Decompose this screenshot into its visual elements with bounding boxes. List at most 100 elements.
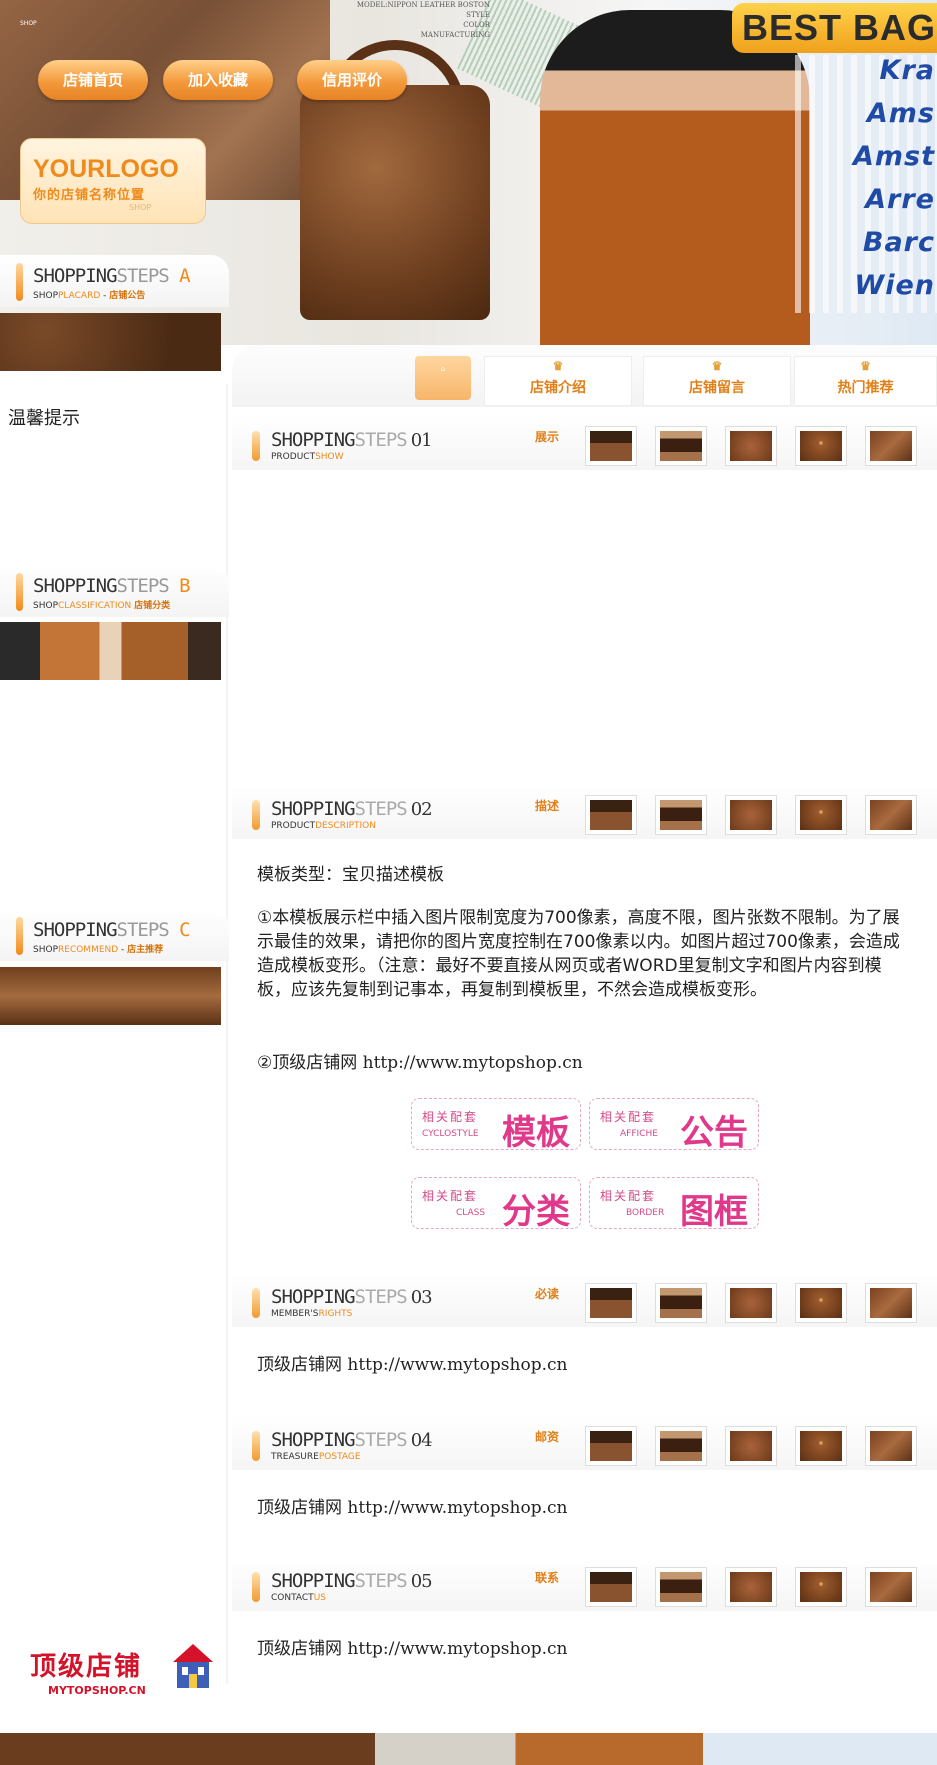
thumbnail[interactable] bbox=[865, 795, 917, 835]
logo-small-text: SHOP bbox=[129, 203, 152, 212]
section-header-member-rights: SHOPPINGSTEPS 03 MEMBER'SRIGHTS 必读 bbox=[232, 1273, 937, 1327]
nav-rating-button[interactable]: 信用评价 bbox=[297, 60, 407, 100]
house-icon bbox=[173, 1644, 213, 1688]
bottom-banner bbox=[0, 1733, 937, 1765]
shop-url-link[interactable]: http://www.mytopshop.cn bbox=[347, 1355, 567, 1375]
city-name: Amst bbox=[787, 141, 937, 184]
thumbnail[interactable] bbox=[655, 795, 707, 835]
header-accent-bar bbox=[252, 1288, 260, 1318]
thumbnail[interactable] bbox=[585, 426, 637, 466]
section-header-postage: SHOPPINGSTEPS 04 TREASUREPOSTAGE 邮资 bbox=[232, 1416, 937, 1470]
section-title: SHOPPINGSTEPS 03 bbox=[271, 1286, 433, 1308]
shop-url-link[interactable]: http://www.mytopshop.cn bbox=[363, 1053, 583, 1073]
description-paragraph: ①本模板展示栏中插入图片限制宽度为700像素，高度不限，图片张数不限制。为了展示… bbox=[257, 908, 900, 1000]
thumbnail[interactable] bbox=[585, 1567, 637, 1607]
sidebar-header-subtitle: SHOPRECOMMEND - 店主推荐 bbox=[33, 945, 164, 955]
section-title: SHOPPINGSTEPS 04 bbox=[271, 1429, 433, 1451]
sidebar-leather-image bbox=[0, 313, 221, 371]
nav-home-button[interactable]: 店铺首页 bbox=[38, 60, 148, 100]
crown-icon: ♛ bbox=[860, 359, 871, 373]
thumbnail[interactable] bbox=[795, 1283, 847, 1323]
thumbnail[interactable] bbox=[795, 1567, 847, 1607]
city-name: Barc bbox=[787, 227, 937, 270]
related-class-button[interactable]: 相关配套 CLASS 分类 bbox=[411, 1177, 581, 1232]
section-label: 邮资 bbox=[534, 1430, 559, 1444]
section-subtitle: CONTACTUS bbox=[271, 1593, 326, 1603]
shop-logo[interactable]: YOURLOGO 你的店铺名称位置 SHOP bbox=[20, 138, 206, 224]
section-title: SHOPPINGSTEPS 01 bbox=[271, 429, 433, 451]
section-label: 联系 bbox=[534, 1571, 559, 1585]
thumbnail[interactable] bbox=[795, 426, 847, 466]
logo-title: YOURLOGO bbox=[33, 155, 179, 183]
tab-hot-recommend[interactable]: ♛ 热门推荐 bbox=[794, 356, 937, 406]
header-accent-bar bbox=[252, 800, 260, 830]
sidebar-model-image bbox=[0, 622, 221, 680]
header-accent-bar bbox=[252, 1572, 260, 1602]
best-bag-badge: BEST BAG bbox=[732, 3, 937, 53]
crown-icon: ♛ bbox=[711, 359, 723, 373]
city-name: Wien bbox=[787, 270, 937, 313]
thumbnail[interactable] bbox=[725, 1283, 777, 1323]
section-subtitle: PRODUCTSHOW bbox=[271, 452, 344, 462]
thumbnail[interactable] bbox=[725, 1426, 777, 1466]
thumbnail[interactable] bbox=[655, 1426, 707, 1466]
thumbnail[interactable] bbox=[865, 1426, 917, 1466]
sidebar-header-classification: SHOPPINGSTEPS B SHOPCLASSIFICATION 店铺分类 bbox=[0, 565, 229, 617]
city-name: Ams bbox=[787, 98, 937, 141]
sidebar-header-title: SHOPPINGSTEPS B bbox=[33, 575, 191, 597]
template-type-text: 模板类型：宝贝描述模板 bbox=[257, 865, 444, 885]
logo-subtitle: 你的店铺名称位置 bbox=[33, 188, 146, 203]
nav-favorite-button[interactable]: 加入收藏 bbox=[163, 60, 273, 100]
header-accent-bar bbox=[16, 917, 23, 955]
section-subtitle: MEMBER'SRIGHTS bbox=[271, 1309, 353, 1319]
city-name: Arre bbox=[787, 184, 937, 227]
section-subtitle: PRODUCTDESCRIPTION bbox=[271, 821, 376, 831]
footer-logo-cn: 顶级店铺 bbox=[30, 1652, 143, 1682]
section-title: SHOPPINGSTEPS 05 bbox=[271, 1570, 433, 1592]
shop-line: 顶级店铺网 http://www.mytopshop.cn bbox=[257, 1639, 568, 1659]
thumbnail[interactable] bbox=[585, 1426, 637, 1466]
section-label: 展示 bbox=[534, 430, 559, 444]
thumbnail[interactable] bbox=[725, 426, 777, 466]
thumbnail[interactable] bbox=[865, 426, 917, 466]
shop-url-link[interactable]: http://www.mytopshop.cn bbox=[347, 1639, 567, 1659]
thumbnail[interactable] bbox=[865, 1283, 917, 1323]
sidebar-header-title: SHOPPINGSTEPS A bbox=[33, 265, 191, 287]
product-specs: MODEL:NIPPON LEATHER BOSTON STYLE COLOR … bbox=[356, 1, 490, 39]
thumbnail[interactable] bbox=[655, 1567, 707, 1607]
shop-line: 顶级店铺网 http://www.mytopshop.cn bbox=[257, 1355, 568, 1375]
footer-logo-en: MYTOPSHOP.CN bbox=[48, 1684, 146, 1697]
sidebar-header-recommend: SHOPPINGSTEPS C SHOPRECOMMEND - 店主推荐 bbox=[0, 909, 229, 961]
related-border-button[interactable]: 相关配套 BORDER 图框 bbox=[589, 1177, 759, 1232]
header-accent-bar bbox=[252, 1431, 260, 1461]
related-cyclostyle-button[interactable]: 相关配套 CYCLOSTYLE 模板 bbox=[411, 1098, 581, 1153]
city-name: Kra bbox=[787, 55, 937, 98]
model-image bbox=[540, 10, 810, 345]
header-accent-bar bbox=[252, 431, 260, 461]
thumbnail[interactable] bbox=[585, 795, 637, 835]
sidebar-header-title: SHOPPINGSTEPS C bbox=[33, 919, 191, 941]
section-header-contact-us: SHOPPINGSTEPS 05 CONTACTUS 联系 bbox=[232, 1557, 937, 1611]
thumbnail[interactable] bbox=[585, 1283, 637, 1323]
thumbnail[interactable] bbox=[865, 1567, 917, 1607]
tab-shop-message[interactable]: ♛ 店铺留言 bbox=[643, 356, 791, 406]
related-affiche-button[interactable]: 相关配套 AFFICHE 公告 bbox=[589, 1098, 759, 1153]
sidebar-bag-image bbox=[0, 967, 221, 1025]
section-label: 必读 bbox=[534, 1287, 559, 1301]
thumbnail[interactable] bbox=[655, 426, 707, 466]
thumbnail[interactable] bbox=[655, 1283, 707, 1323]
section-title: SHOPPINGSTEPS 02 bbox=[271, 798, 433, 820]
tab-shop-intro[interactable]: ♛ 店铺介绍 bbox=[484, 356, 632, 406]
thumbnail[interactable] bbox=[725, 1567, 777, 1607]
header-accent-bar bbox=[16, 573, 23, 611]
shop-url-link[interactable]: http://www.mytopshop.cn bbox=[347, 1498, 567, 1518]
thumbnail[interactable] bbox=[795, 795, 847, 835]
tab-home-icon[interactable]: ⌂ bbox=[415, 356, 471, 400]
section-header-product-show: SHOPPINGSTEPS 01 PRODUCTSHOW 展示 bbox=[232, 416, 937, 470]
sidebar-header-placard: SHOPPINGSTEPS A SHOPPLACARD - 店铺公告 bbox=[0, 255, 229, 307]
footer-logo[interactable]: 顶级店铺 MYTOPSHOP.CN bbox=[30, 1638, 222, 1708]
thumbnail[interactable] bbox=[725, 795, 777, 835]
thumbnail[interactable] bbox=[795, 1426, 847, 1466]
city-list: Kra Ams Amst Arre Barc Wien bbox=[787, 55, 937, 313]
banner-tiny-text: SHOP bbox=[20, 20, 37, 27]
